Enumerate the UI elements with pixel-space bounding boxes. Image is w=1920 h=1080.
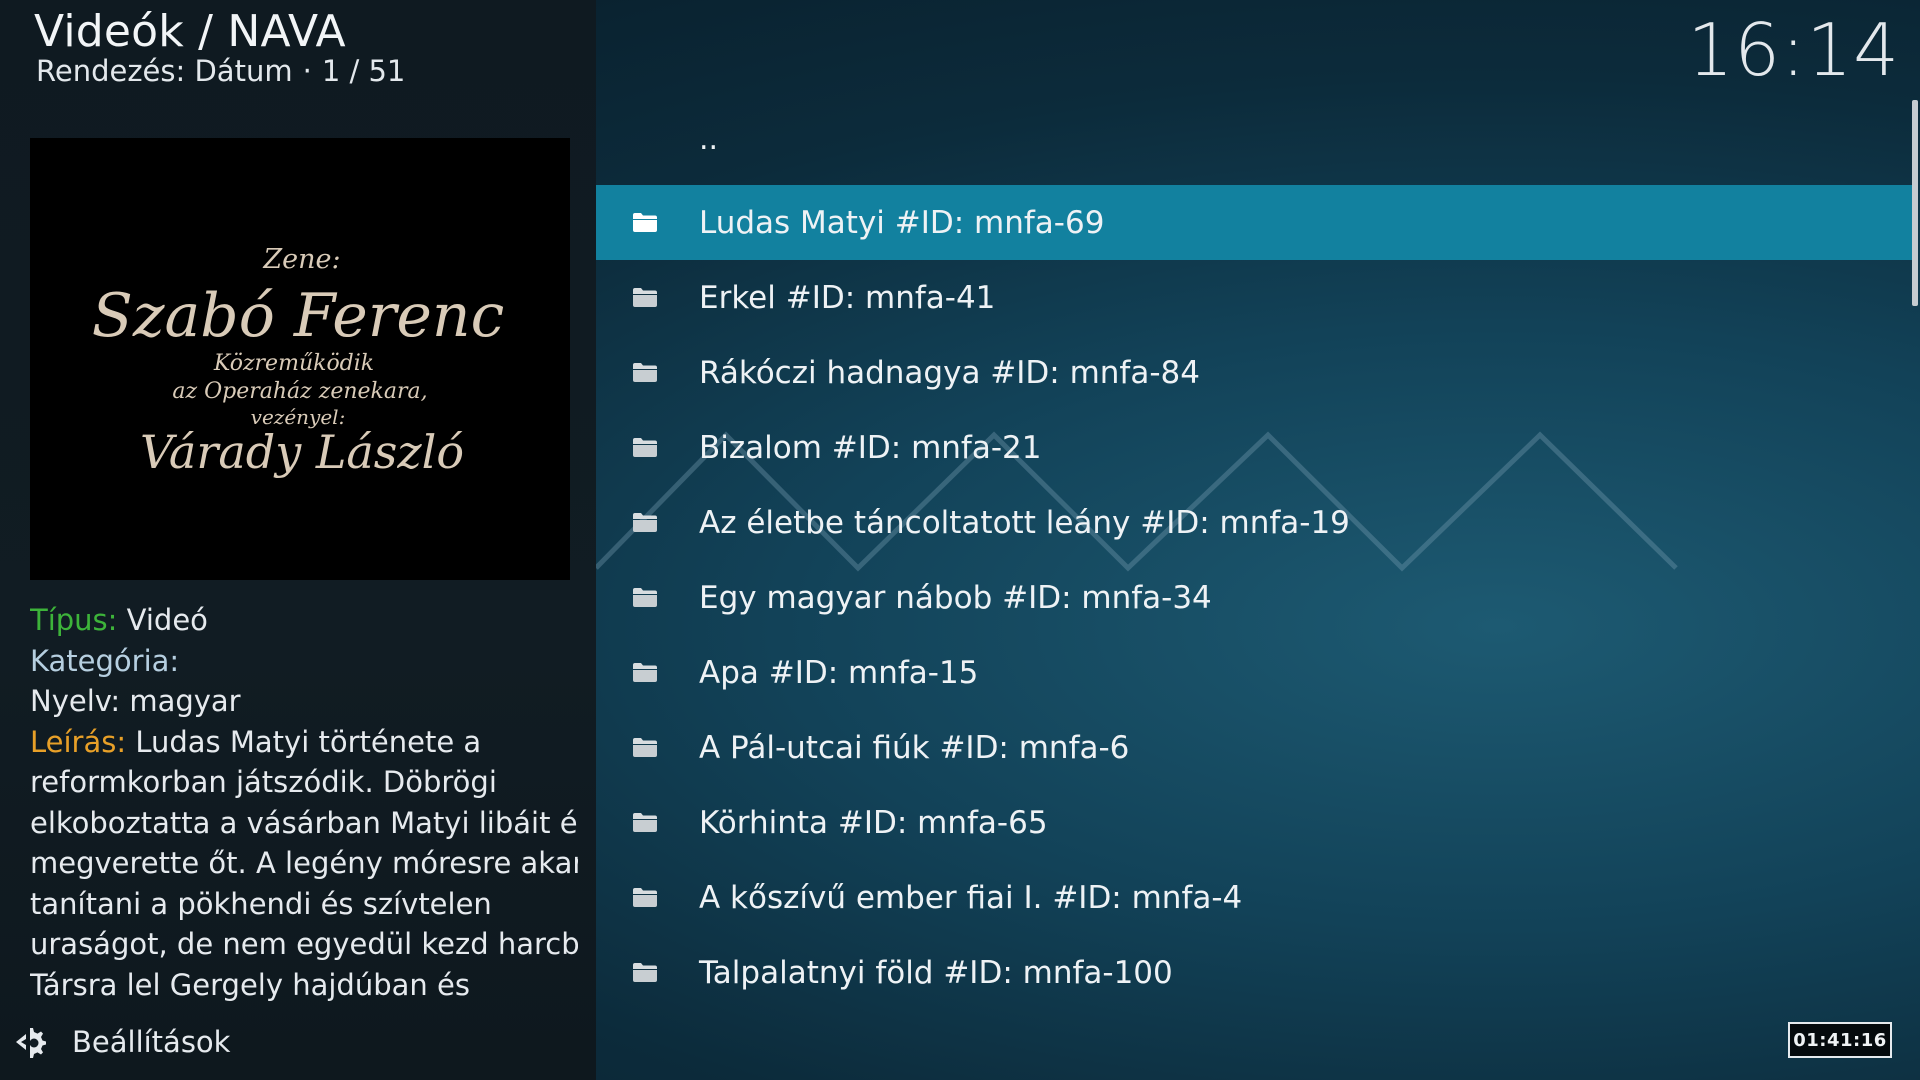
sort-and-position: Rendezés: Dátum · 1 / 51 bbox=[36, 54, 405, 88]
list-item[interactable]: Az életbe táncoltatott leány #ID: mnfa-1… bbox=[596, 485, 1914, 560]
list-item[interactable]: Apa #ID: mnfa-15 bbox=[596, 635, 1914, 710]
folder-icon bbox=[633, 438, 657, 457]
description-line: Leírás: Ludas Matyi története a bbox=[30, 722, 578, 763]
description-key: Leírás: bbox=[30, 724, 127, 759]
folder-icon bbox=[633, 288, 657, 307]
credit-line-composer: Szabó Ferenc bbox=[92, 281, 504, 351]
parent-folder-item[interactable]: .. bbox=[596, 110, 1914, 185]
category-key: Kategória: bbox=[30, 643, 180, 678]
list-item[interactable]: Talpalatnyi föld #ID: mnfa-100 bbox=[596, 935, 1914, 1010]
scrollbar[interactable] bbox=[1912, 100, 1918, 306]
item-details: Típus: Videó Kategória: Nyelv: magyar Le… bbox=[30, 600, 578, 1010]
list-item[interactable]: A kőszívű ember fiai I. #ID: mnfa-4 bbox=[596, 860, 1914, 935]
list-item-label: Az életbe táncoltatott leány #ID: mnfa-1… bbox=[699, 504, 1350, 541]
video-thumbnail: Zene: Szabó Ferenc Közreműködik az Opera… bbox=[30, 138, 570, 580]
parent-folder-label: .. bbox=[699, 122, 719, 157]
gear-icon bbox=[16, 1028, 46, 1058]
info-panel: Videók / NAVA Rendezés: Dátum · 1 / 51 Zen… bbox=[0, 0, 596, 1080]
folder-icon bbox=[633, 363, 657, 382]
list-item-label: Rákóczi hadnagya #ID: mnfa-84 bbox=[699, 354, 1200, 391]
description-text: uraságot, de nem egyedül kezd harcba. bbox=[30, 927, 578, 961]
description-text: elkoboztatta a vásárban Matyi libáit és bbox=[30, 805, 578, 840]
credit-line: Zene: bbox=[262, 244, 340, 275]
list-item-label: Bizalom #ID: mnfa-21 bbox=[699, 429, 1042, 466]
sort-label[interactable]: Rendezés: Dátum bbox=[36, 54, 293, 88]
language-line: Nyelv: magyar bbox=[30, 684, 241, 718]
list-item-label: Ludas Matyi #ID: mnfa-69 bbox=[699, 204, 1105, 241]
credit-line-conductor: Várady László bbox=[140, 425, 464, 479]
folder-icon bbox=[633, 663, 657, 682]
category-line: Kategória: bbox=[30, 641, 578, 682]
list-item-label: Talpalatnyi föld #ID: mnfa-100 bbox=[699, 954, 1173, 991]
list-item-label: Egy magyar nábob #ID: mnfa-34 bbox=[699, 579, 1212, 616]
file-list[interactable]: .. Ludas Matyi #ID: mnfa-69 Erkel #ID: mn… bbox=[596, 110, 1914, 1010]
list-item-label: Apa #ID: mnfa-15 bbox=[699, 654, 979, 691]
list-item-label: A kőszívű ember fiai I. #ID: mnfa-4 bbox=[699, 879, 1243, 916]
list-item[interactable]: Bizalom #ID: mnfa-21 bbox=[596, 410, 1914, 485]
folder-icon bbox=[633, 513, 657, 532]
credit-line: az Operaház zenekara, bbox=[172, 379, 427, 404]
list-item[interactable]: Rákóczi hadnagya #ID: mnfa-84 bbox=[596, 335, 1914, 410]
list-items: Ludas Matyi #ID: mnfa-69 Erkel #ID: mnfa-… bbox=[596, 185, 1914, 1010]
description-text: Ludas Matyi története a bbox=[135, 724, 482, 759]
list-item[interactable]: Egy magyar nábob #ID: mnfa-34 bbox=[596, 560, 1914, 635]
settings-button[interactable]: Beállítások bbox=[12, 1020, 230, 1064]
list-item-label: Körhinta #ID: mnfa-65 bbox=[699, 804, 1048, 841]
list-item[interactable]: A Pál-utcai fiúk #ID: mnfa-6 bbox=[596, 710, 1914, 785]
list-item[interactable]: Körhinta #ID: mnfa-65 bbox=[596, 785, 1914, 860]
list-item[interactable]: Ludas Matyi #ID: mnfa-69 bbox=[596, 185, 1914, 260]
clock: 16:14 bbox=[1687, 8, 1900, 92]
folder-icon bbox=[633, 213, 657, 232]
type-value: Videó bbox=[126, 603, 208, 637]
list-item[interactable]: Erkel #ID: mnfa-41 bbox=[596, 260, 1914, 335]
folder-icon bbox=[633, 738, 657, 757]
folder-icon bbox=[633, 588, 657, 607]
list-item-label: Erkel #ID: mnfa-41 bbox=[699, 279, 996, 316]
description-text: Társra lel Gergely hajdúban és bbox=[30, 967, 470, 1002]
description-text: tanítani a pökhendi és szívtelen bbox=[30, 886, 492, 921]
playback-timer: 01:41:16 bbox=[1788, 1022, 1892, 1058]
description-text: reformkorban játszódik. Döbrögi bbox=[30, 765, 497, 799]
folder-icon bbox=[633, 813, 657, 832]
page-title: Videók / NAVA bbox=[34, 6, 346, 57]
credit-line: Közreműködik bbox=[213, 351, 374, 376]
folder-icon bbox=[633, 963, 657, 982]
description-text: megverette őt. A legény móresre akarja bbox=[30, 846, 578, 880]
settings-label: Beállítások bbox=[72, 1025, 231, 1059]
type-key: Típus: bbox=[30, 603, 118, 637]
separator-dot: · bbox=[302, 54, 312, 88]
list-item-label: A Pál-utcai fiúk #ID: mnfa-6 bbox=[699, 729, 1130, 766]
type-line: Típus: Videó bbox=[30, 600, 578, 641]
item-position: 1 / 51 bbox=[321, 54, 406, 88]
folder-icon bbox=[633, 888, 657, 907]
credits-frame: Zene: Szabó Ferenc Közreműködik az Opera… bbox=[92, 244, 504, 479]
